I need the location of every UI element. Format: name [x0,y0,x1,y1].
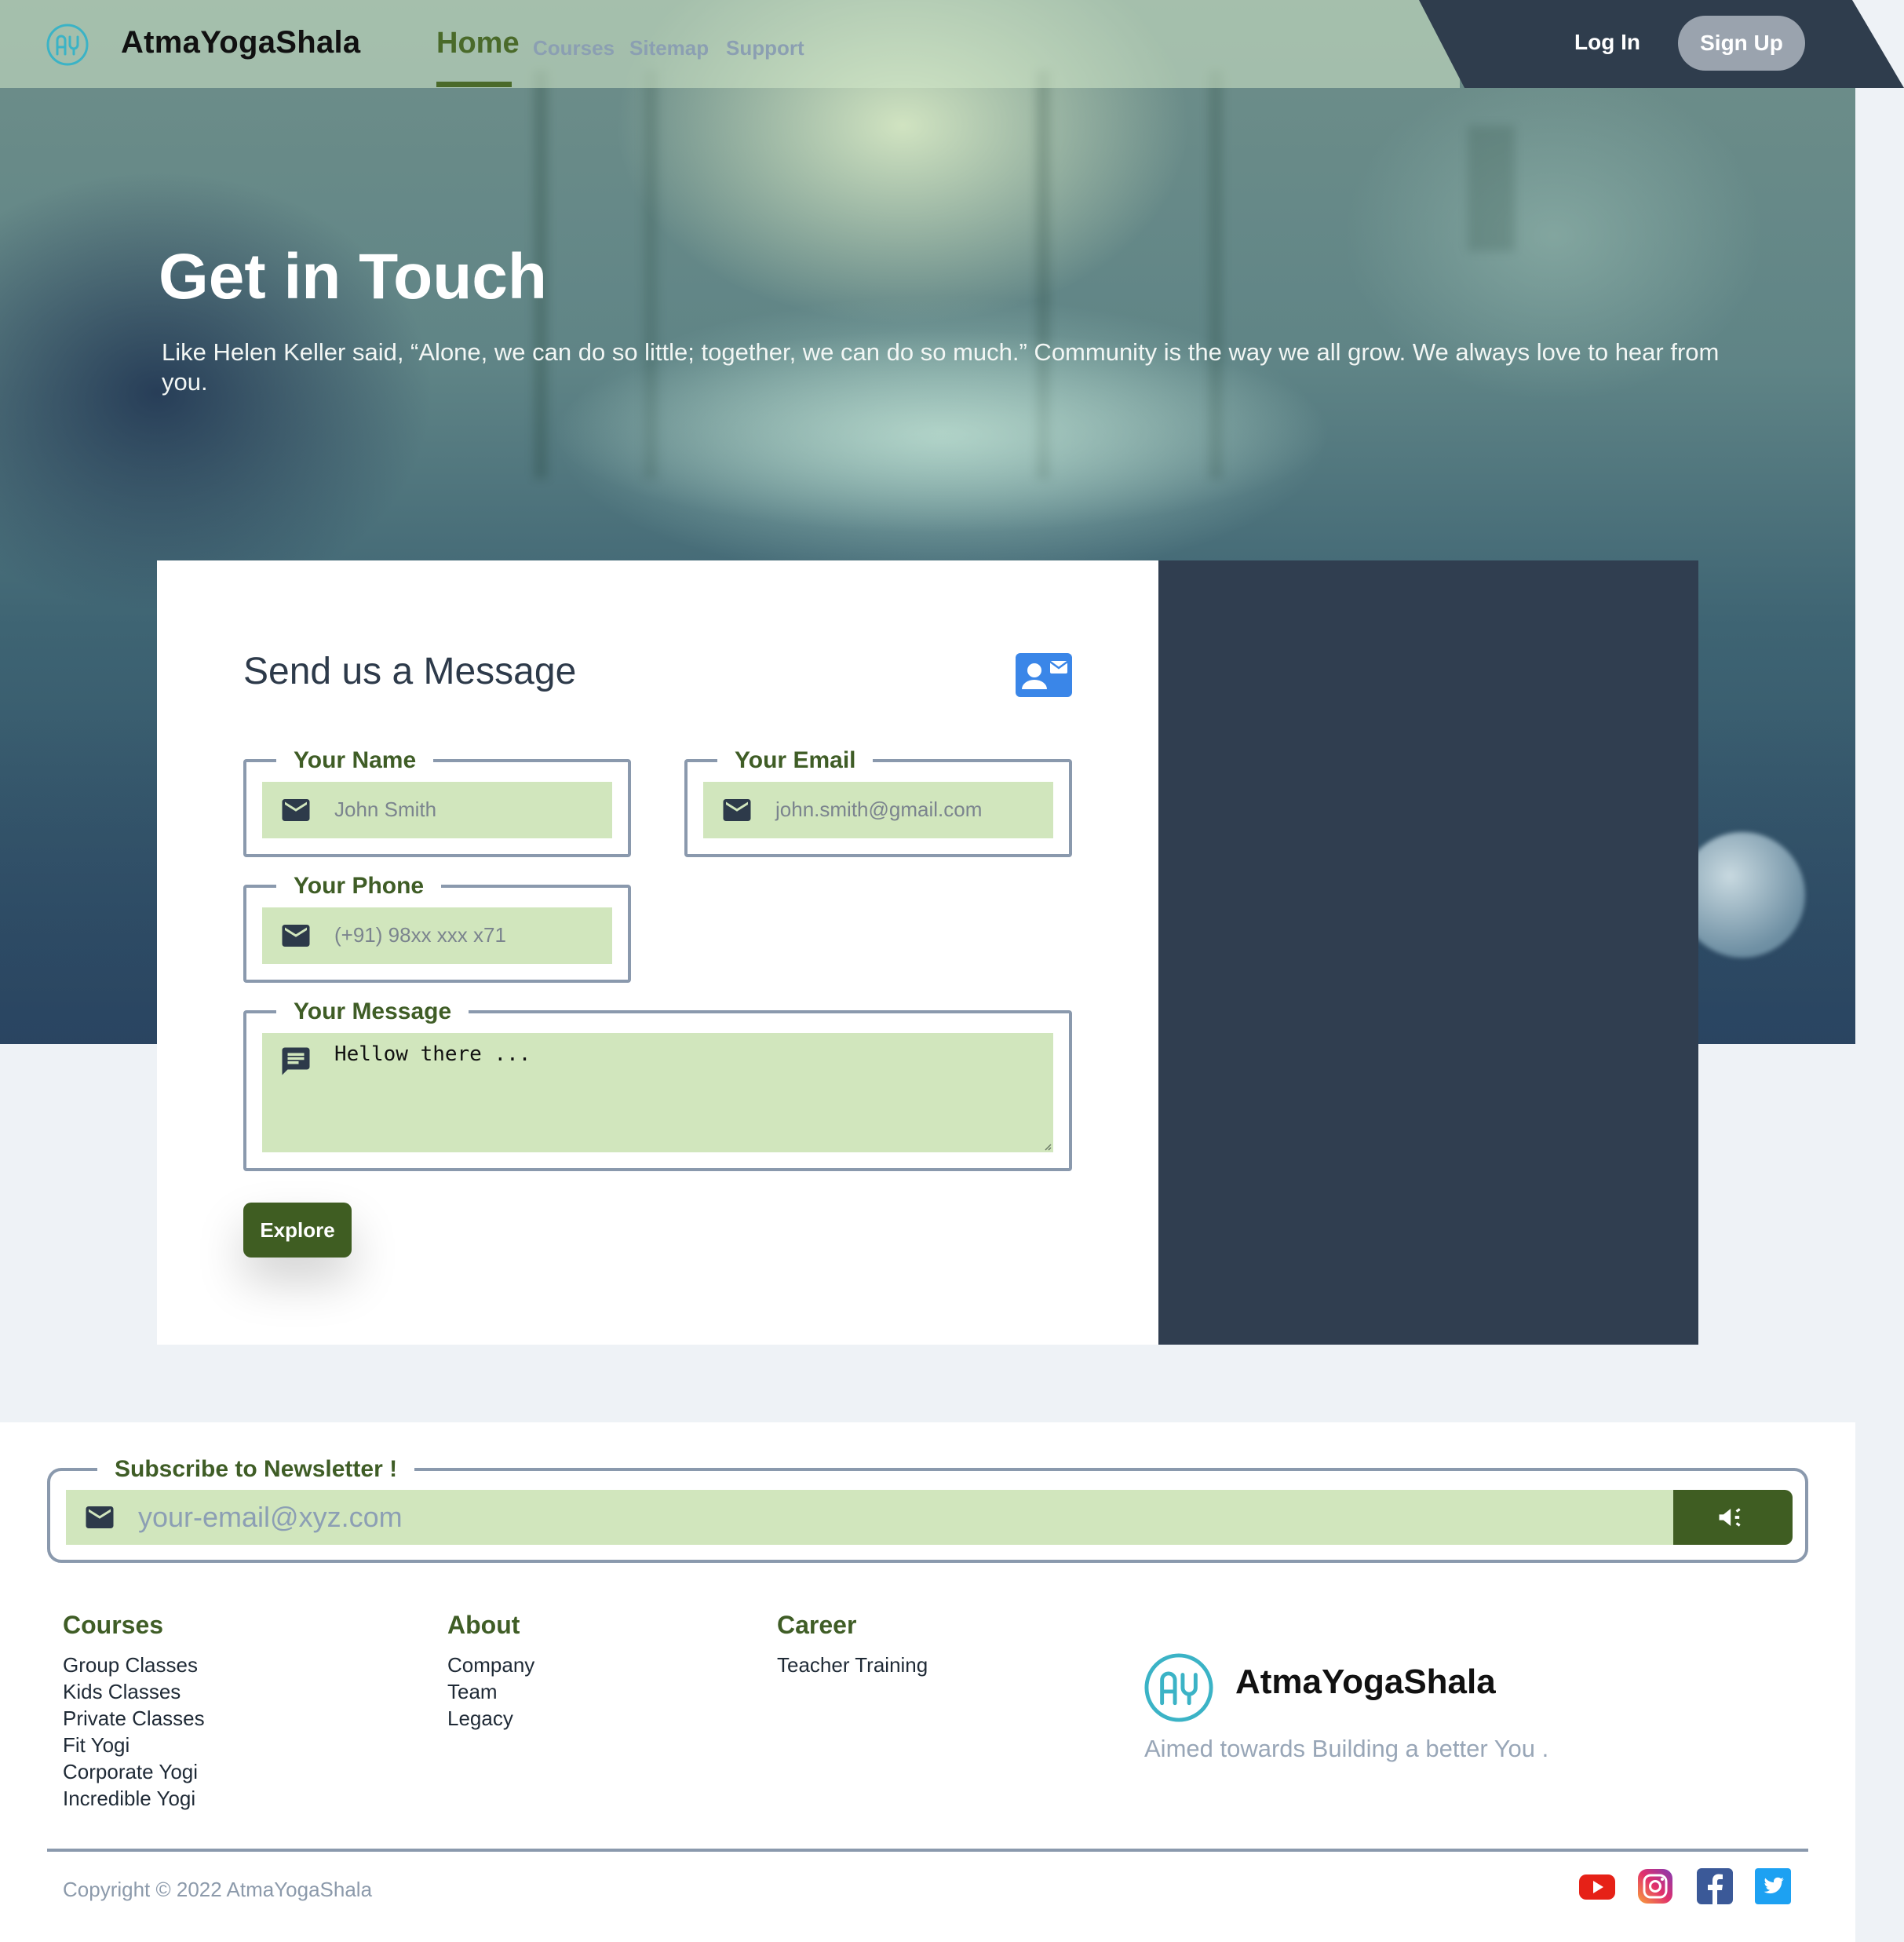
phone-input[interactable]: (+91) 98xx xxx x71 [334,923,506,947]
footer-link[interactable]: Fit Yogi [63,1732,205,1758]
hero-bg-decor [1680,832,1805,958]
login-button[interactable]: Log In [1574,30,1640,55]
mail-icon [723,799,751,821]
explore-button[interactable]: Explore [243,1203,352,1258]
footer-link[interactable]: Group Classes [63,1652,205,1678]
newsletter-field[interactable]: your-email@xyz.com [66,1490,1675,1545]
mail-icon [282,799,310,821]
message-field[interactable]: Hellow there ... [262,1033,1053,1152]
twitter-icon[interactable] [1753,1867,1793,1906]
hero-quote: Like Helen Keller said, “Alone, we can d… [162,338,1720,396]
footer-heading-career: Career [777,1611,857,1639]
footer-divider [47,1849,1808,1852]
footer-tagline: Aimed towards Building a better You . [1144,1735,1549,1762]
newsletter-input[interactable]: your-email@xyz.com [138,1501,403,1534]
chat-icon [282,1047,310,1075]
top-navbar: AtmaYogaShala Home Courses Sitemap Suppo… [0,0,1904,88]
nav-active-indicator [436,82,512,87]
facebook-icon[interactable] [1695,1867,1734,1906]
instagram-icon[interactable] [1636,1867,1675,1906]
nav-link-support[interactable]: Support [726,36,804,60]
name-label: Your Name [294,747,417,773]
mail-icon [86,1506,114,1528]
contact-side-panel [1158,560,1698,1345]
phone-label: Your Phone [294,873,425,899]
name-field[interactable]: John Smith [262,782,612,838]
footer-link[interactable]: Private Classes [63,1705,205,1732]
footer-list-courses: Group Classes Kids Classes Private Class… [63,1652,205,1812]
email-field[interactable]: john.smith@gmail.com [703,782,1053,838]
mail-icon [282,925,310,947]
email-label: Your Email [735,747,856,773]
footer-link[interactable]: Incredible Yogi [63,1785,205,1812]
footer-list-career: Teacher Training [777,1652,928,1678]
copyright-text: Copyright © 2022 AtmaYogaShala [63,1878,373,1901]
ay-logo-icon[interactable] [46,23,89,67]
phone-field[interactable]: (+91) 98xx xxx x71 [262,907,612,964]
footer-link[interactable]: Team [447,1678,534,1705]
footer-link[interactable]: Company [447,1652,534,1678]
megaphone-icon [1719,1508,1741,1527]
nav-link-sitemap[interactable]: Sitemap [629,36,709,60]
newsletter-subscribe-button[interactable] [1673,1490,1793,1545]
contact-card-icon [1016,653,1072,697]
footer-heading-courses: Courses [63,1611,164,1639]
footer-link[interactable]: Legacy [447,1705,534,1732]
email-input[interactable]: john.smith@gmail.com [775,798,982,822]
signup-button[interactable]: Sign Up [1678,16,1805,71]
nav-link-courses[interactable]: Courses [533,36,615,60]
footer-link[interactable]: Kids Classes [63,1678,205,1705]
footer-brand-name[interactable]: AtmaYogaShala [1235,1663,1496,1702]
footer-link[interactable]: Corporate Yogi [63,1758,205,1785]
name-input[interactable]: John Smith [334,798,436,822]
newsletter-label: Subscribe to Newsletter ! [115,1456,398,1482]
footer-link[interactable]: Teacher Training [777,1652,928,1678]
nav-link-home[interactable]: Home [436,27,520,60]
youtube-icon[interactable] [1578,1867,1617,1906]
hero-title: Get in Touch [159,241,548,312]
navbar-auth-panel [1419,0,1904,88]
form-title: Send us a Message [243,651,577,692]
message-textarea[interactable]: Hellow there ... [334,1042,531,1066]
footer-heading-about: About [447,1611,520,1639]
hero-bg-decor [1468,126,1515,251]
resize-handle-icon[interactable] [1042,1141,1052,1151]
footer-list-about: Company Team Legacy [447,1652,534,1732]
message-label: Your Message [294,998,452,1024]
ay-logo-icon[interactable] [1143,1652,1215,1724]
brand-name[interactable]: AtmaYogaShala [121,25,360,60]
